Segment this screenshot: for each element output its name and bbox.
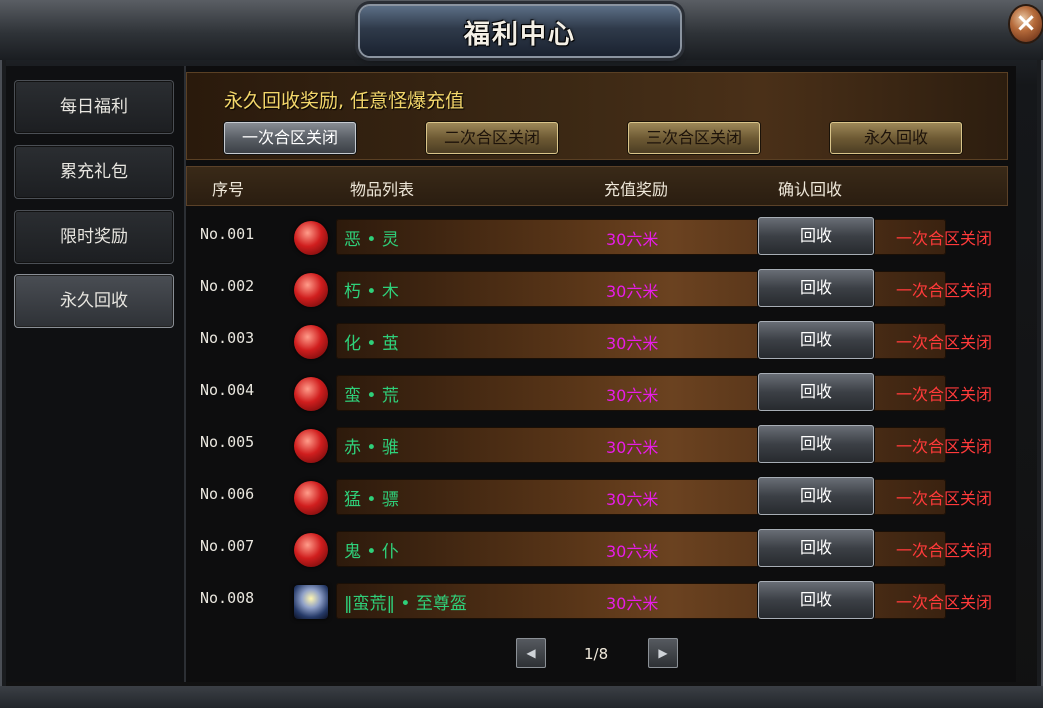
status-label: 一次合区关闭 bbox=[896, 437, 993, 456]
recycle-button[interactable]: 回收 bbox=[758, 529, 874, 567]
item-name: 猛 • 骠 bbox=[344, 490, 399, 510]
tab-third-merge[interactable]: 三次合区关闭 bbox=[628, 122, 760, 154]
table-row: No.002 朽 • 木 30六米 回收 一次合区关闭 bbox=[190, 265, 1006, 315]
red-orb-icon bbox=[294, 377, 328, 411]
item-name: 赤 • 骓 bbox=[344, 438, 399, 458]
red-orb-icon bbox=[294, 325, 328, 359]
item-name: 鬼 • 仆 bbox=[344, 542, 399, 562]
status-label: 一次合区关闭 bbox=[896, 593, 993, 612]
tab-first-merge[interactable]: 一次合区关闭 bbox=[224, 122, 356, 154]
red-orb-icon bbox=[294, 429, 328, 463]
status-label: 一次合区关闭 bbox=[896, 541, 993, 560]
row-index: No.001 bbox=[200, 225, 255, 243]
prev-page-button[interactable]: ◀ bbox=[516, 638, 546, 668]
recharge-reward: 30六米 bbox=[606, 490, 659, 509]
table-row: No.005 赤 • 骓 30六米 回收 一次合区关闭 bbox=[190, 421, 1006, 471]
red-orb-icon bbox=[294, 273, 328, 307]
item-name: ‖蛮荒‖ • 至尊盔 bbox=[344, 594, 467, 614]
recharge-reward: 30六米 bbox=[606, 542, 659, 561]
window-footer bbox=[0, 686, 1043, 708]
red-orb-icon bbox=[294, 481, 328, 515]
table-header bbox=[186, 166, 1008, 206]
recharge-reward: 30六米 bbox=[606, 230, 659, 249]
status-label: 一次合区关闭 bbox=[896, 489, 993, 508]
status-label: 一次合区关闭 bbox=[896, 333, 993, 352]
row-index: No.002 bbox=[200, 277, 255, 295]
item-name: 恶 • 灵 bbox=[344, 230, 399, 250]
status-label: 一次合区关闭 bbox=[896, 281, 993, 300]
recycle-button[interactable]: 回收 bbox=[758, 321, 874, 359]
recycle-button[interactable]: 回收 bbox=[758, 477, 874, 515]
status-label: 一次合区关闭 bbox=[896, 385, 993, 404]
recharge-reward: 30六米 bbox=[606, 438, 659, 457]
recycle-button[interactable]: 回收 bbox=[758, 217, 874, 255]
header-recharge-reward: 充值奖励 bbox=[604, 180, 669, 199]
row-index: No.006 bbox=[200, 485, 255, 503]
row-index: No.003 bbox=[200, 329, 255, 347]
page-indicator: 1/8 bbox=[584, 645, 609, 663]
recharge-reward: 30六米 bbox=[606, 282, 659, 301]
sidebar-item-permanent-recycle[interactable]: 永久回收 bbox=[14, 274, 174, 328]
table-row: No.004 蛮 • 荒 30六米 回收 一次合区关闭 bbox=[190, 369, 1006, 419]
recharge-reward: 30六米 bbox=[606, 334, 659, 353]
red-orb-icon bbox=[294, 221, 328, 255]
item-name: 蛮 • 荒 bbox=[344, 386, 399, 406]
tab-permanent[interactable]: 永久回收 bbox=[830, 122, 962, 154]
helmet-icon bbox=[294, 585, 328, 619]
recycle-button[interactable]: 回收 bbox=[758, 581, 874, 619]
header-item-list: 物品列表 bbox=[350, 180, 415, 199]
tab-second-merge[interactable]: 二次合区关闭 bbox=[426, 122, 558, 154]
recharge-reward: 30六米 bbox=[606, 594, 659, 613]
banner-title: 永久回收奖励, 任意怪爆充值 bbox=[224, 90, 465, 112]
recycle-button[interactable]: 回收 bbox=[758, 269, 874, 307]
item-name: 化 • 茧 bbox=[344, 334, 399, 354]
recycle-button[interactable]: 回收 bbox=[758, 373, 874, 411]
table-row: No.008 ‖蛮荒‖ • 至尊盔 30六米 回收 一次合区关闭 bbox=[190, 577, 1006, 627]
row-index: No.005 bbox=[200, 433, 255, 451]
row-index: No.007 bbox=[200, 537, 255, 555]
table-row: No.001 恶 • 灵 30六米 回收 一次合区关闭 bbox=[190, 213, 1006, 263]
sidebar-item-cumulative-pack[interactable]: 累充礼包 bbox=[14, 145, 174, 199]
status-label: 一次合区关闭 bbox=[896, 229, 993, 248]
row-index: No.008 bbox=[200, 589, 255, 607]
red-orb-icon bbox=[294, 533, 328, 567]
close-button[interactable]: × bbox=[1010, 6, 1042, 42]
recycle-button[interactable]: 回收 bbox=[758, 425, 874, 463]
table-row: No.006 猛 • 骠 30六米 回收 一次合区关闭 bbox=[190, 473, 1006, 523]
window-title: 福利中心 bbox=[463, 20, 576, 50]
header-index: 序号 bbox=[212, 180, 245, 199]
row-index: No.004 bbox=[200, 381, 255, 399]
table-row: No.007 鬼 • 仆 30六米 回收 一次合区关闭 bbox=[190, 525, 1006, 575]
item-name: 朽 • 木 bbox=[344, 282, 399, 302]
header-confirm-recycle: 确认回收 bbox=[778, 180, 843, 199]
next-page-button[interactable]: ▶ bbox=[648, 638, 678, 668]
recharge-reward: 30六米 bbox=[606, 386, 659, 405]
sidebar-item-limited-reward[interactable]: 限时奖励 bbox=[14, 210, 174, 264]
table-row: No.003 化 • 茧 30六米 回收 一次合区关闭 bbox=[190, 317, 1006, 367]
sidebar-item-daily-welfare[interactable]: 每日福利 bbox=[14, 80, 174, 134]
